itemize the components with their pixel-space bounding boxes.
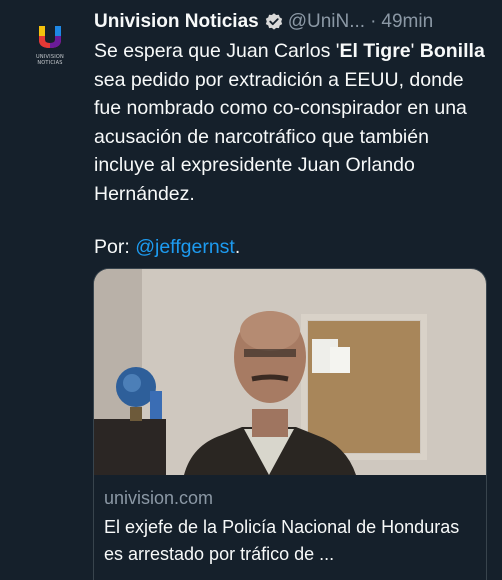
tweet-text-bold-surname: Bonilla <box>419 40 485 62</box>
avatar-label: UNIVISION NOTICIAS <box>36 54 64 66</box>
link-card-image <box>94 269 486 475</box>
tweet-header: Univision Noticias @UniN... · 49min <box>94 8 488 36</box>
tweet-text-bold-nickname: El Tigre <box>339 40 411 62</box>
tweet[interactable]: UNIVISION NOTICIAS Univision Noticias @U… <box>0 0 502 580</box>
author-name[interactable]: Univision Noticias <box>94 11 259 33</box>
byline-prefix: Por: <box>94 236 136 258</box>
tweet-text-part: Se espera que Juan Carlos ' <box>94 40 340 62</box>
univision-logo-icon <box>39 26 61 48</box>
verified-badge-icon <box>264 12 284 32</box>
link-card-domain: univision.com <box>104 488 214 508</box>
author-avatar[interactable]: UNIVISION NOTICIAS <box>26 24 74 70</box>
tweet-byline: Por: @jeffgernst. <box>94 233 240 261</box>
tweet-timestamp[interactable]: 49min <box>381 11 433 33</box>
separator-dot: · <box>370 11 377 32</box>
tweet-text: Se espera que Juan Carlos 'El Tigre' Bon… <box>94 37 494 208</box>
tweet-text-part: sea pedido por extradición a EEUU, donde… <box>94 68 467 205</box>
link-card[interactable]: univision.com El exjefe de la Policía Na… <box>93 268 487 580</box>
byline-suffix: . <box>234 236 241 258</box>
mention-link[interactable]: @jeffgernst <box>135 236 235 258</box>
tweet-text-part: ' <box>410 40 420 62</box>
link-card-title: El exjefe de la Policía Nacional de Hond… <box>104 517 460 564</box>
author-handle[interactable]: @UniN... <box>288 11 365 33</box>
